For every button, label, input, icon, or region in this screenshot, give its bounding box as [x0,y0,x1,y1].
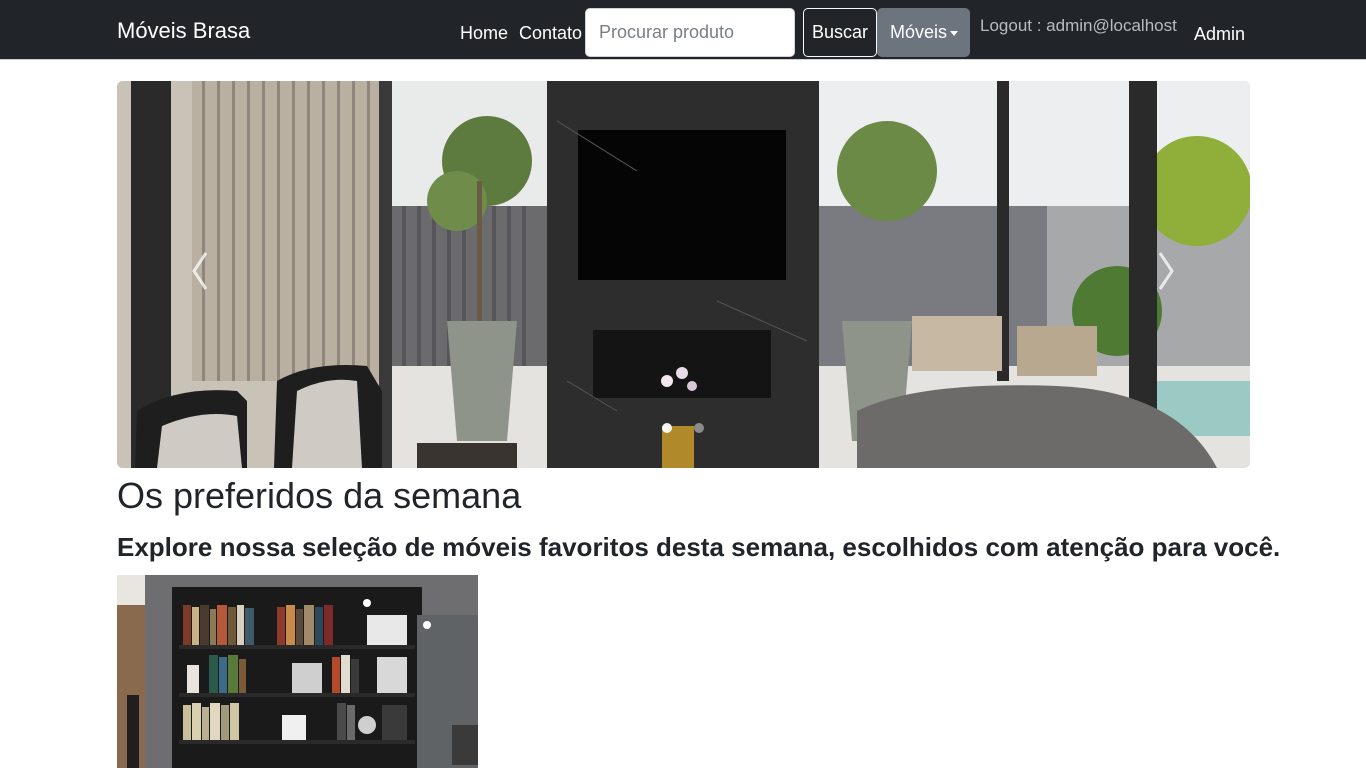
hero-carousel [117,81,1250,468]
logout-link[interactable]: Logout : admin@localhost [980,17,1177,34]
section-subtitle: Explore nossa seleção de móveis favorito… [117,532,1281,562]
moveis-dropdown-label: Móveis [890,22,948,42]
moveis-dropdown-button[interactable]: Móveis [877,8,970,57]
nav-link-contato[interactable]: Contato [519,24,582,42]
bookshelf-image [117,575,478,768]
carousel-prev-control[interactable] [186,241,216,301]
chevron-right-icon [1158,252,1174,290]
carousel-next-control[interactable] [1150,241,1180,301]
carousel-indicator-1[interactable] [662,423,672,433]
chevron-left-icon [192,252,208,290]
carousel-indicator-2[interactable] [694,423,704,433]
carousel-slide-image [117,81,1250,468]
nav-link-home[interactable]: Home [460,24,508,42]
section-title: Os preferidos da semana [117,475,522,516]
admin-link[interactable]: Admin [1194,25,1245,43]
search-input[interactable] [585,8,795,57]
caret-down-icon [950,31,958,36]
search-button[interactable]: Buscar [803,8,877,57]
top-navbar: Móveis Brasa Home Contato Buscar Móveis … [0,0,1366,60]
product-card-image[interactable] [117,575,478,768]
brand-logo[interactable]: Móveis Brasa [117,20,250,42]
